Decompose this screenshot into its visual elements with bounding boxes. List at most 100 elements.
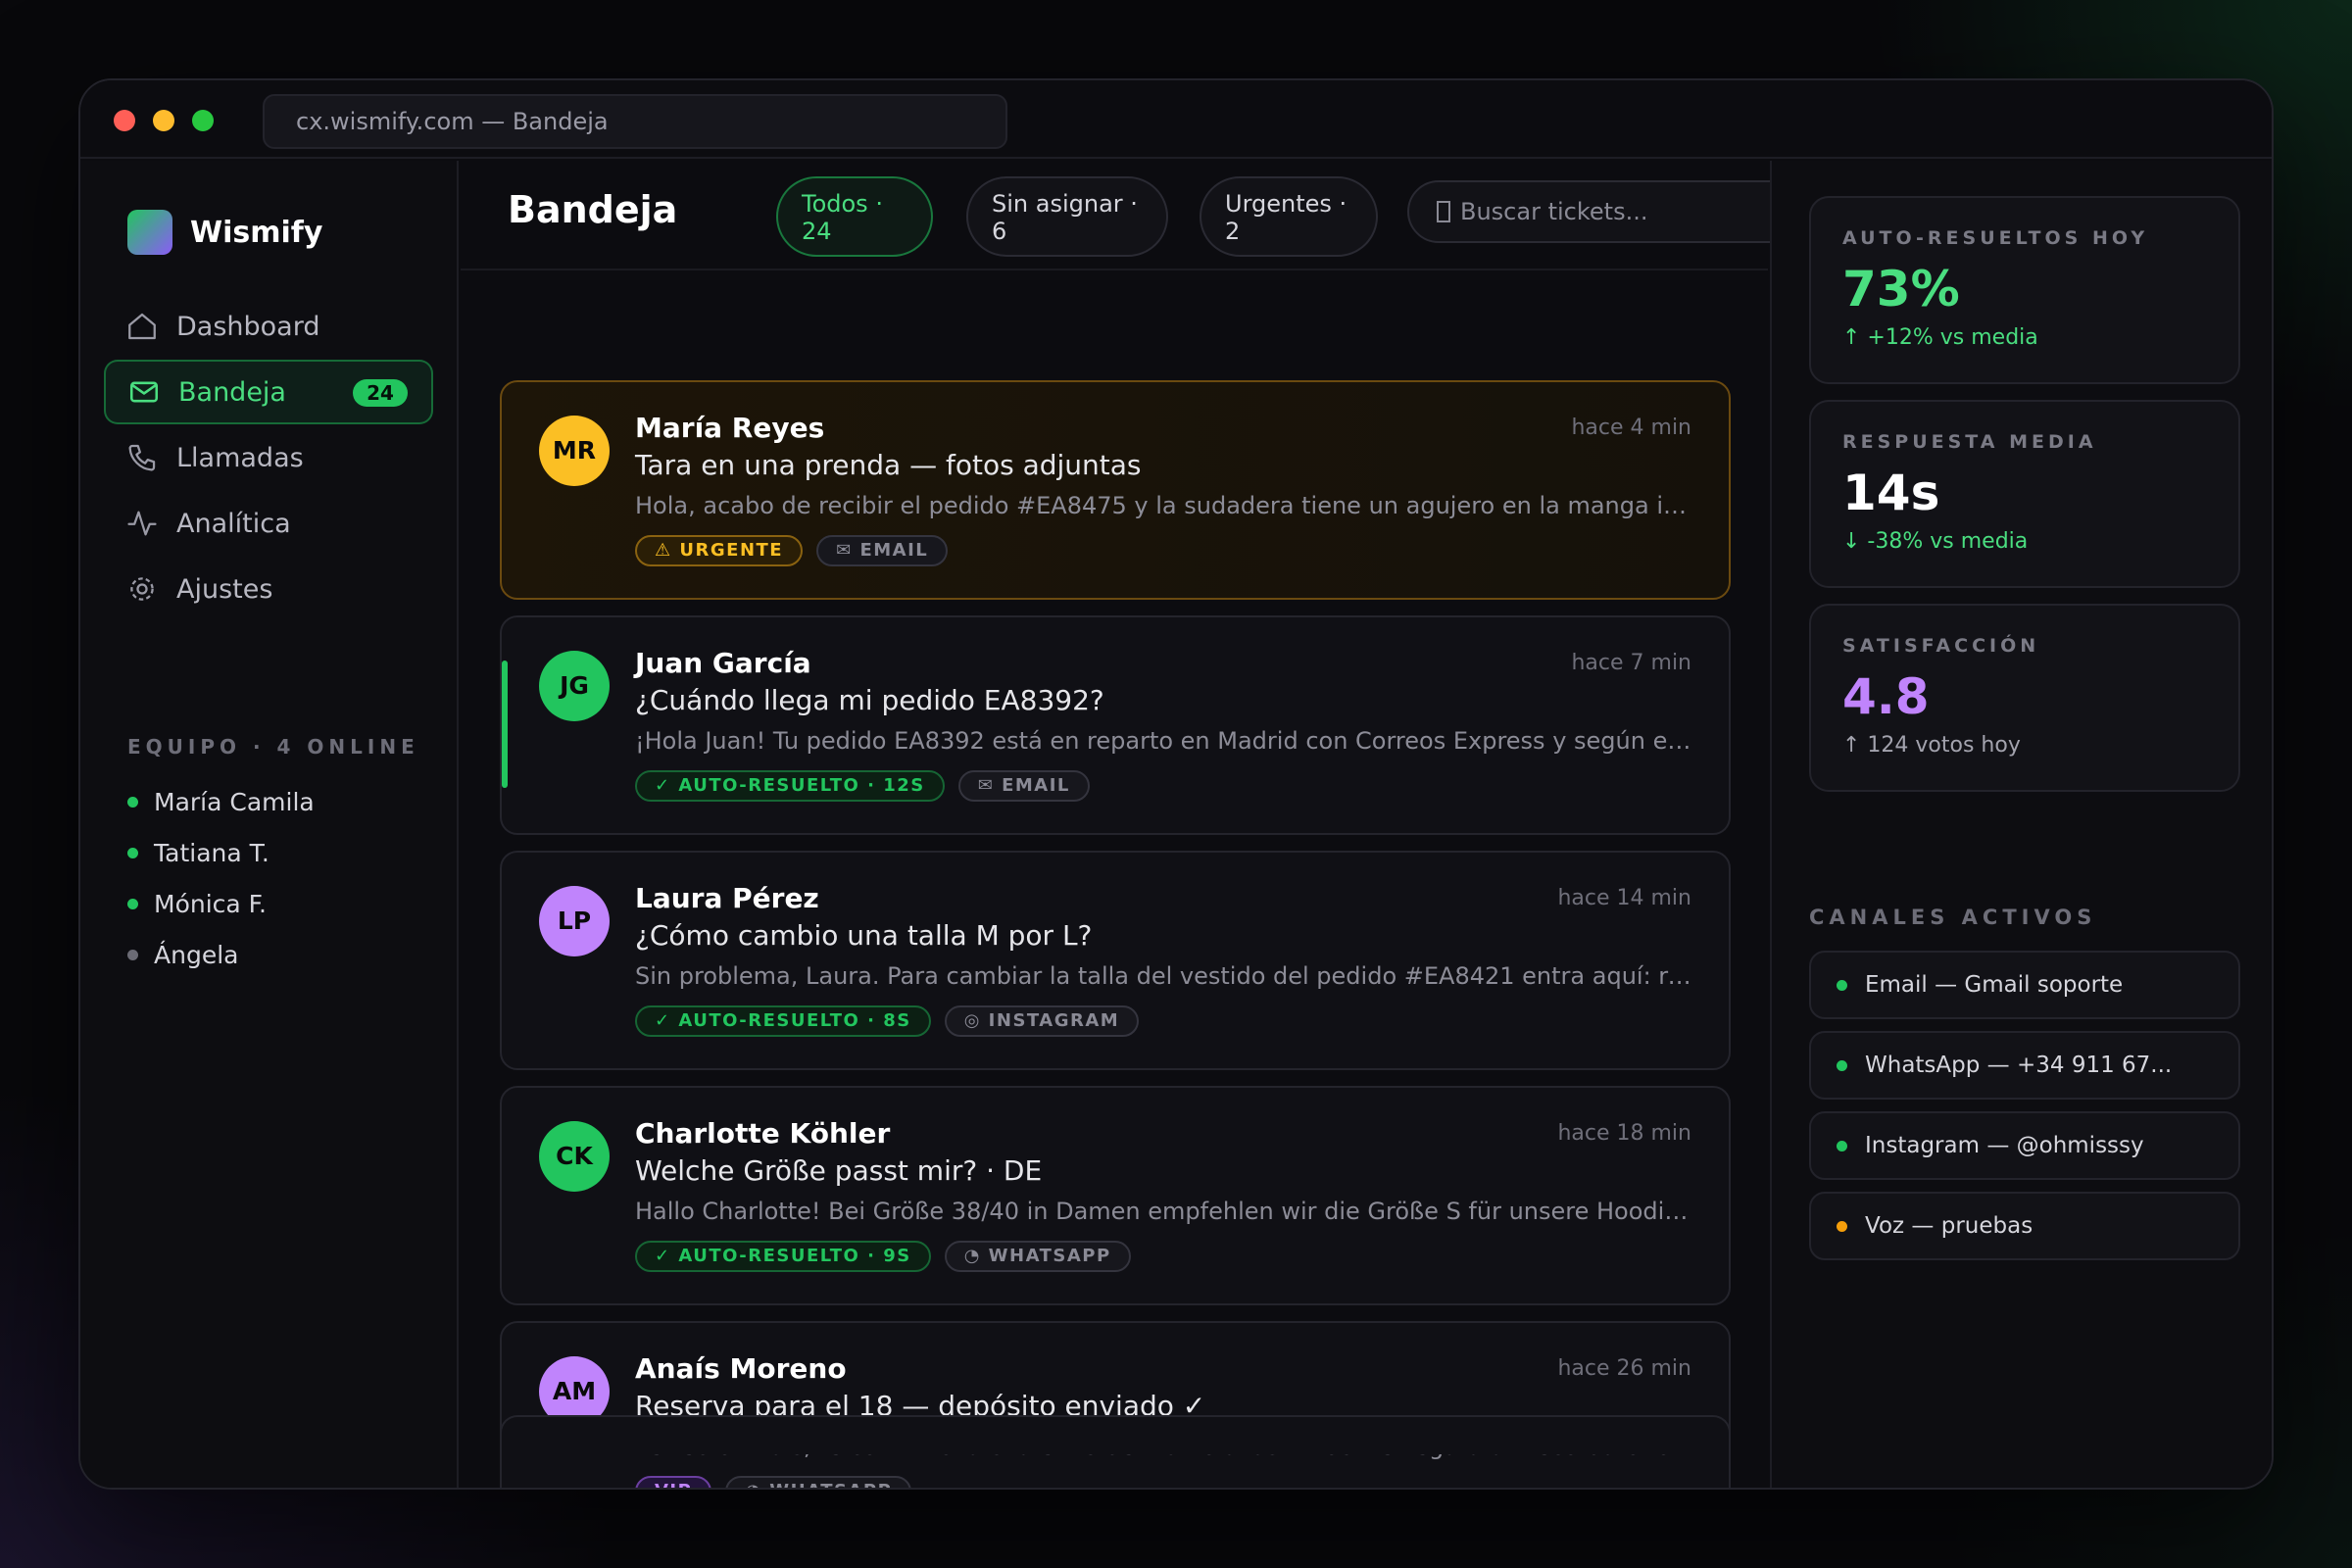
team-member-name: Mónica F. <box>154 889 267 918</box>
brand-name: Wismify <box>190 215 323 250</box>
team-heading: EQUIPO · 4 ONLINE <box>127 735 419 759</box>
sidebar-item-ajustes[interactable]: Ajustes <box>104 557 433 621</box>
stat-value: 73% <box>1842 261 1960 318</box>
inbox-header: Bandeja Todos · 24 Sin asignar · 6 Urgen… <box>461 161 1801 270</box>
stat-delta: ↑ +12% vs media <box>1842 325 2038 350</box>
channel-status-icon <box>1837 1220 1847 1232</box>
ticket-row[interactable]: CK Charlotte Köhler hace 18 min Welche G… <box>500 1086 1731 1305</box>
channel-label: Instagram — @ohmisssy <box>1865 1133 2144 1158</box>
brand[interactable]: Wismify <box>127 210 322 255</box>
ticket-row[interactable]: JG Juan García hace 7 min ¿Cuándo llega … <box>500 615 1731 835</box>
away-status-icon <box>127 949 138 960</box>
channel-tag: ✉ EMAIL <box>957 770 1090 802</box>
channel-label: Voz — pruebas <box>1865 1213 2034 1239</box>
home-icon <box>128 313 156 340</box>
unread-count-badge: 24 <box>353 379 408 407</box>
sidebar: Wismify Dashboard Bandeja 24 Llamadas An… <box>80 161 459 1488</box>
filter-label: Todos · <box>802 190 883 218</box>
channel-item[interactable]: Email — Gmail soporte <box>1809 951 2240 1019</box>
channel-item[interactable]: Instagram — @ohmisssy <box>1809 1111 2240 1180</box>
stat-card-auto-resolved: AUTO-RESUELTOS HOY 73% ↑ +12% vs media <box>1809 196 2240 384</box>
filter-count: 6 <box>992 218 1007 245</box>
app-window: cx.wismify.com — Bandeja Wismify Dashboa… <box>78 78 2274 1490</box>
ticket-time: hace 26 min <box>1557 1356 1691 1381</box>
address-bar[interactable]: cx.wismify.com — Bandeja <box>263 94 1007 149</box>
sidebar-item-label: Analítica <box>176 508 291 539</box>
sidebar-item-bandeja[interactable]: Bandeja 24 <box>104 360 433 424</box>
online-status-icon <box>127 796 138 808</box>
avatar: CK <box>539 1121 610 1192</box>
ticket-preview: Hola, acabo de recibir el pedido #EA8475… <box>635 492 1695 519</box>
channel-tag: ◔ WHATSAPP <box>944 1241 1131 1272</box>
sidebar-item-label: Ajustes <box>176 573 273 605</box>
online-status-icon <box>127 898 138 909</box>
channel-label: WhatsApp — +34 911 67... <box>1865 1053 2173 1078</box>
minimize-window-button[interactable] <box>153 110 174 131</box>
stat-value: 4.8 <box>1842 668 1930 725</box>
ticket-row[interactable]: MR María Reyes hace 4 min Tara en una pr… <box>500 380 1731 600</box>
phone-icon <box>128 444 156 471</box>
avatar: LP <box>539 886 610 956</box>
channel-item[interactable]: WhatsApp — +34 911 67... <box>1809 1031 2240 1100</box>
ticket-preview: ¡Hola Juan! Tu pedido EA8392 está en rep… <box>635 727 1695 755</box>
ticket-tags: ⚠ URGENTE ✉ EMAIL <box>635 535 961 566</box>
close-window-button[interactable] <box>114 110 135 131</box>
ticket-time: hace 18 min <box>1557 1121 1691 1146</box>
ticket-subject: Tara en una prenda — fotos adjuntas <box>635 449 1142 481</box>
stat-delta: ↓ -38% vs media <box>1842 529 2029 554</box>
stat-delta: ↑ 124 votos hoy <box>1842 733 2021 758</box>
team-member-name: Ángela <box>154 940 239 969</box>
stat-label: RESPUESTA MEDIA <box>1842 431 2097 453</box>
mail-icon <box>129 381 159 403</box>
stat-value: 14s <box>1842 465 1940 521</box>
ticket-row[interactable]: LP Laura Pérez hace 14 min ¿Cómo cambio … <box>500 851 1731 1070</box>
resolved-accent-bar <box>502 661 508 788</box>
stat-card-response-time: RESPUESTA MEDIA 14s ↓ -38% vs media <box>1809 400 2240 588</box>
channel-status-icon <box>1837 979 1847 991</box>
filter-urgentes[interactable]: Urgentes · 2 <box>1200 176 1378 257</box>
channel-tag: ◎ INSTAGRAM <box>944 1005 1140 1037</box>
ticket-subject: Welche Größe passt mir? · DE <box>635 1154 1043 1187</box>
ticket-sender: Juan García <box>635 647 811 679</box>
search-input[interactable]: Buscar tickets... <box>1407 180 1801 243</box>
team-member[interactable]: Ángela <box>127 929 315 980</box>
filter-count: 2 <box>1225 218 1241 245</box>
channel-status-icon <box>1837 1140 1847 1152</box>
sidebar-item-analitica[interactable]: Analítica <box>104 491 433 556</box>
sidebar-item-dashboard[interactable]: Dashboard <box>104 294 433 359</box>
ticket-time: hace 7 min <box>1571 651 1691 675</box>
team-member[interactable]: Tatiana T. <box>127 827 315 878</box>
channel-tag: ◔ WHATSAPP <box>725 1476 912 1488</box>
ticket-sender: Charlotte Köhler <box>635 1117 891 1150</box>
urgent-tag: ⚠ URGENTE <box>635 535 804 566</box>
channel-item[interactable]: Voz — pruebas <box>1809 1192 2240 1260</box>
ticket-row[interactable]: AM Anaís Moreno hace 26 min Reserva para… <box>500 1321 1731 1488</box>
team-member[interactable]: Mónica F. <box>127 878 315 929</box>
ticket-sender: María Reyes <box>635 412 825 444</box>
avatar: JG <box>539 651 610 721</box>
ticket-tags: ✓ AUTO-RESUELTO · 8S ◎ INSTAGRAM <box>635 1005 1152 1037</box>
channels-heading: CANALES ACTIVOS <box>1809 906 2097 929</box>
vip-tag: VIP <box>635 1476 712 1488</box>
sidebar-item-llamadas[interactable]: Llamadas <box>104 425 433 490</box>
filter-sin-asignar[interactable]: Sin asignar · 6 <box>966 176 1168 257</box>
ticket-time: hace 4 min <box>1571 416 1691 440</box>
stat-label: AUTO-RESUELTOS HOY <box>1842 227 2149 249</box>
team-member-name: María Camila <box>154 787 315 816</box>
team-list: María Camila Tatiana T. Mónica F. Ángela <box>127 776 315 980</box>
filter-todos[interactable]: Todos · 24 <box>776 176 933 257</box>
search-icon <box>1437 201 1450 222</box>
team-member[interactable]: María Camila <box>127 776 315 827</box>
sidebar-item-label: Dashboard <box>176 311 320 342</box>
channel-label: Email — Gmail soporte <box>1865 972 2124 998</box>
avatar: MR <box>539 416 610 486</box>
ticket-tags: VIP ◔ WHATSAPP <box>635 1476 925 1488</box>
brand-logo <box>127 210 172 255</box>
maximize-window-button[interactable] <box>192 110 214 131</box>
page-title: Bandeja <box>508 188 678 231</box>
ticket-subject: ¿Cuándo llega mi pedido EA8392? <box>635 684 1104 716</box>
search-placeholder: Buscar tickets... <box>1460 198 1648 225</box>
filter-count: 24 <box>802 218 832 245</box>
next-ticket-partial[interactable] <box>500 1415 1731 1454</box>
ticket-time: hace 14 min <box>1557 886 1691 910</box>
